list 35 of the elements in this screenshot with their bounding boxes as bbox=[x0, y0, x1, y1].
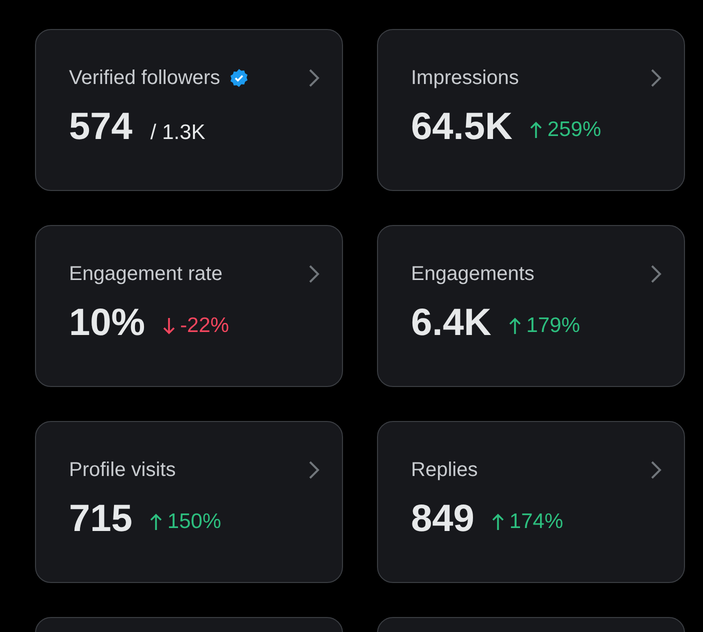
change-percentage: 259% bbox=[529, 118, 602, 142]
chevron-right-icon bbox=[650, 264, 662, 284]
metric-title: Replies bbox=[411, 458, 478, 482]
metric-card[interactable]: Engagements 6.4K 179% bbox=[377, 225, 685, 387]
arrow-down-icon bbox=[162, 317, 176, 335]
change-percentage: 174% bbox=[491, 510, 564, 534]
chevron-right-icon bbox=[650, 68, 662, 88]
chevron-right-icon bbox=[308, 264, 320, 284]
arrow-up-icon bbox=[529, 121, 544, 139]
metric-title: Verified followers bbox=[69, 66, 220, 90]
metric-value: 64.5K bbox=[411, 106, 512, 149]
chevron-right-icon bbox=[308, 460, 320, 480]
metric-title: Engagement rate bbox=[69, 262, 222, 286]
metric-card[interactable]: Engagement rate 10% -22% bbox=[35, 225, 343, 387]
metric-card[interactable]: Verified followers 574 / 1.3K bbox=[35, 29, 343, 191]
metric-title: Impressions bbox=[411, 66, 519, 90]
chevron-right-icon bbox=[308, 68, 320, 88]
metric-title: Engagements bbox=[411, 262, 534, 286]
arrow-up-icon bbox=[491, 513, 506, 531]
arrow-up-icon bbox=[508, 317, 522, 335]
metric-total: / 1.3K bbox=[150, 121, 206, 145]
metric-card[interactable]: Profile visits 715 150% bbox=[35, 421, 343, 583]
metric-value: 10% bbox=[69, 302, 146, 345]
metric-card[interactable]: Replies 849 174% bbox=[377, 421, 685, 583]
chevron-right-icon bbox=[650, 460, 662, 480]
change-percentage: -22% bbox=[162, 314, 230, 338]
metric-title: Profile visits bbox=[69, 458, 176, 482]
metric-value: 715 bbox=[69, 498, 132, 541]
metric-value: 574 bbox=[69, 106, 132, 149]
change-percentage: 179% bbox=[508, 314, 580, 338]
metric-card[interactable]: Impressions 64.5K 259% bbox=[377, 29, 685, 191]
arrow-up-icon bbox=[149, 513, 164, 531]
change-percentage: 150% bbox=[149, 510, 222, 534]
metric-value: 6.4K bbox=[411, 302, 492, 345]
metric-value: 849 bbox=[411, 498, 474, 541]
